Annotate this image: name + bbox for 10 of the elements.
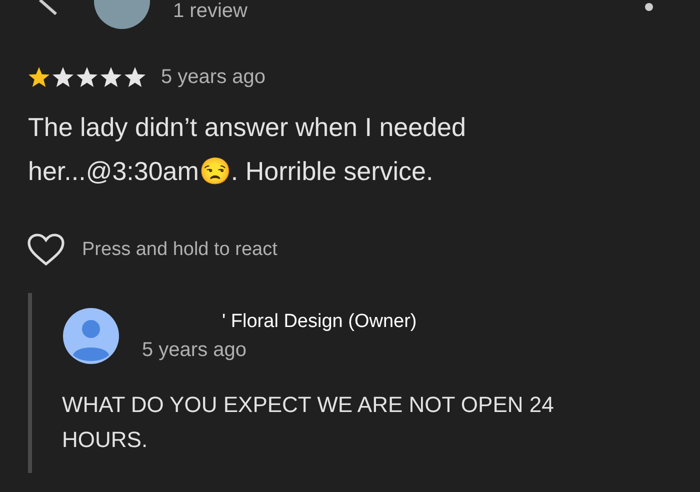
review-time: 5 years ago bbox=[161, 66, 266, 89]
more-icon[interactable] bbox=[644, 2, 654, 12]
owner-name: ' Floral Design (Owner) bbox=[221, 310, 417, 332]
avatar-icon bbox=[62, 307, 120, 365]
review-text: The lady didn’t answer when I needed her...@3:30am😒. Horrible service. bbox=[28, 111, 467, 188]
reply-time: 5 years ago bbox=[142, 338, 248, 362]
react-hint[interactable]: Press and hold to react bbox=[82, 239, 278, 261]
review-count[interactable]: 1 review bbox=[173, 0, 248, 22]
reply-text: WHAT DO YOU EXPECT WE ARE NOT OPEN 24 HOURS. bbox=[62, 391, 555, 454]
heart-icon[interactable] bbox=[27, 233, 65, 267]
